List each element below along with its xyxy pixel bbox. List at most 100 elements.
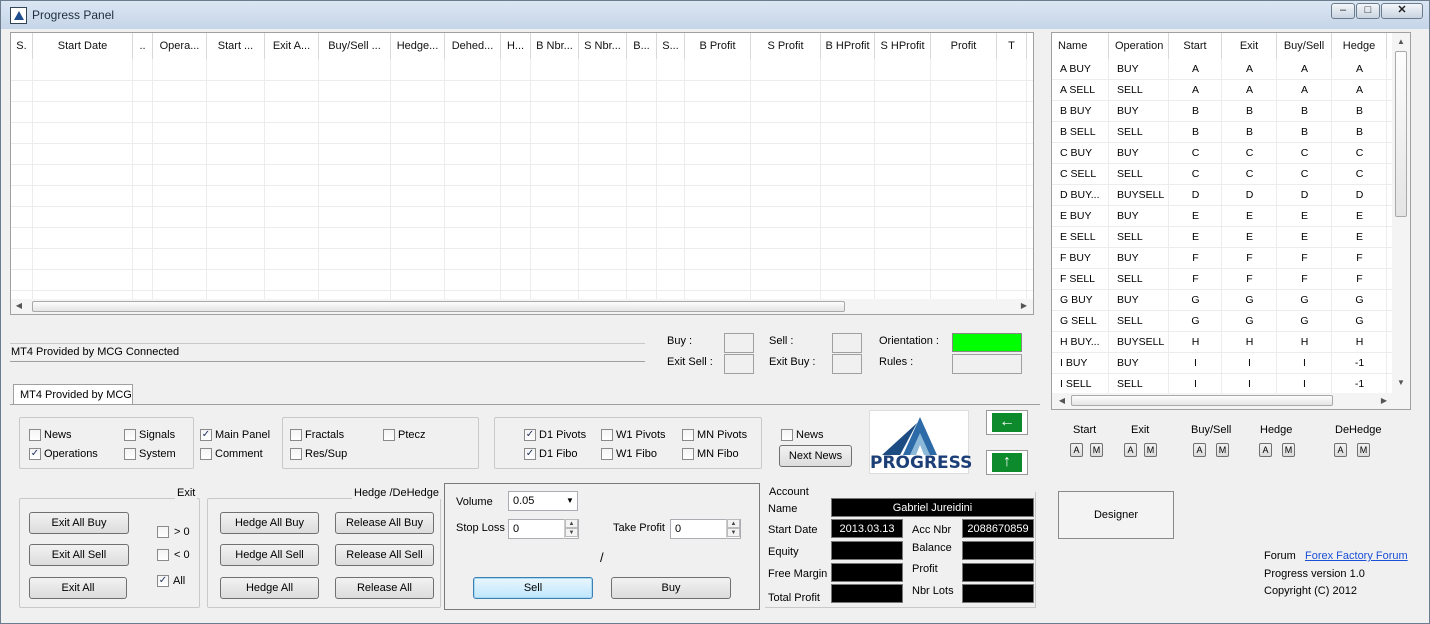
news-checkbox[interactable] [29, 429, 41, 441]
comment-checkbox[interactable] [200, 448, 212, 460]
sell-button[interactable]: Sell [473, 577, 593, 599]
hedge-all-sell-button[interactable]: Hedge All Sell [220, 544, 319, 566]
rule-mode-a-button[interactable]: A [1193, 443, 1206, 457]
exit-all-sell-button[interactable]: Exit All Sell [29, 544, 129, 566]
forum-link[interactable]: Forex Factory Forum [1305, 550, 1408, 562]
table-row[interactable]: B BUY BUY B B B B [1052, 101, 1392, 122]
table-row[interactable]: B SELL SELL B B B B [1052, 122, 1392, 143]
positions-column-header[interactable]: S Nbr... [579, 33, 627, 59]
positions-column-header[interactable]: B HProfit [821, 33, 875, 59]
positions-column-header[interactable]: Dehed... [445, 33, 501, 59]
table-row[interactable]: A BUY BUY A A A A [1052, 59, 1392, 80]
positions-column-header[interactable]: Profit [931, 33, 997, 59]
positions-column-header[interactable]: Opera... [153, 33, 207, 59]
table-row[interactable]: G BUY BUY G G G G [1052, 290, 1392, 311]
rule-mode-m-button[interactable]: M [1144, 443, 1157, 457]
w1-pivots-checkbox[interactable] [601, 429, 613, 441]
positions-column-header[interactable]: S HProfit [875, 33, 931, 59]
take-profit-spinner[interactable]: ▲ ▼ [726, 519, 740, 539]
main-panel-checkbox[interactable]: ✓ [200, 429, 212, 441]
table-row[interactable]: I BUY BUY I I I -1 [1052, 353, 1392, 374]
positions-column-header[interactable]: H... [501, 33, 531, 59]
mn-pivots-checkbox[interactable] [682, 429, 694, 441]
rules-hscroll-thumb[interactable] [1071, 395, 1333, 406]
system-checkbox[interactable] [124, 448, 136, 460]
next-news-button[interactable]: Next News [779, 445, 852, 467]
maximize-icon[interactable]: □ [1356, 3, 1380, 19]
scroll-right-icon[interactable]: ▶ [1018, 301, 1030, 310]
rules-column-header[interactable]: Name [1052, 33, 1109, 59]
table-row[interactable]: A SELL SELL A A A A [1052, 80, 1392, 101]
exit-all-buy-button[interactable]: Exit All Buy [29, 512, 129, 534]
scroll-left-icon[interactable]: ◀ [13, 301, 25, 310]
table-row[interactable]: D BUY... BUYSELL D D D D [1052, 185, 1392, 206]
table-row[interactable]: F SELL SELL F F F F [1052, 269, 1392, 290]
table-row[interactable]: E SELL SELL E E E E [1052, 227, 1392, 248]
operations-checkbox[interactable]: ✓ [29, 448, 41, 460]
rules-column-header[interactable]: Operation [1109, 33, 1169, 59]
table-row[interactable]: C BUY BUY C C C C [1052, 143, 1392, 164]
w1-fibo-checkbox[interactable] [601, 448, 613, 460]
positions-column-header[interactable]: Buy/Sell ... [319, 33, 391, 59]
positions-column-header[interactable]: S. [11, 33, 33, 59]
res-sup-checkbox[interactable] [290, 448, 302, 460]
positions-column-header[interactable]: B Profit [685, 33, 751, 59]
designer-button[interactable]: Designer [1058, 491, 1174, 539]
table-row[interactable]: F BUY BUY F F F F [1052, 248, 1392, 269]
up-arrow-button[interactable]: ↑ [986, 450, 1028, 475]
rules-horizontal-scrollbar[interactable]: ◀ ▶ [1052, 393, 1410, 409]
rule-mode-m-button[interactable]: M [1357, 443, 1370, 457]
scroll-right-icon[interactable]: ▶ [1378, 396, 1390, 405]
stop-loss-input[interactable]: 0 ▲ ▼ [508, 519, 579, 539]
close-icon[interactable]: ✕ [1381, 3, 1423, 19]
table-row[interactable]: I SELL SELL I I I -1 [1052, 374, 1392, 395]
scroll-up-icon[interactable]: ▲ [1395, 37, 1407, 46]
positions-column-header[interactable]: Hedge... [391, 33, 445, 59]
take-profit-input[interactable]: 0 ▲ ▼ [670, 519, 741, 539]
rules-vscroll-thumb[interactable] [1395, 51, 1407, 217]
table-row[interactable]: C SELL SELL C C C C [1052, 164, 1392, 185]
exit-lt0-checkbox[interactable] [157, 549, 169, 561]
positions-column-header[interactable]: Exit A... [265, 33, 319, 59]
table-row[interactable]: G SELL SELL G G G G [1052, 311, 1392, 332]
rule-mode-a-button[interactable]: A [1259, 443, 1272, 457]
signals-checkbox[interactable] [124, 429, 136, 441]
table-row[interactable]: H BUY... BUYSELL H H H H [1052, 332, 1392, 353]
left-arrow-button[interactable]: ← [986, 410, 1028, 435]
buy-button[interactable]: Buy [611, 577, 731, 599]
rules-column-header[interactable]: Buy/Sell [1277, 33, 1332, 59]
rule-mode-m-button[interactable]: M [1216, 443, 1229, 457]
positions-column-header[interactable]: Start Date [33, 33, 133, 59]
release-all-button[interactable]: Release All [335, 577, 434, 599]
release-all-sell-button[interactable]: Release All Sell [335, 544, 434, 566]
rule-mode-a-button[interactable]: A [1124, 443, 1137, 457]
positions-column-header[interactable]: .. [133, 33, 153, 59]
positions-column-header[interactable]: T [997, 33, 1027, 59]
volume-select[interactable]: 0.05 ▼ [508, 491, 578, 511]
rules-column-header[interactable]: Hedge [1332, 33, 1387, 59]
positions-column-header[interactable]: B... [627, 33, 657, 59]
d1-pivots-checkbox[interactable]: ✓ [524, 429, 536, 441]
rules-column-header[interactable]: Start [1169, 33, 1222, 59]
rules-grid[interactable]: Name Operation Start Exit Buy/Sell Hedge A BU… [1051, 32, 1411, 410]
positions-column-header[interactable]: B Nbr... [531, 33, 579, 59]
scroll-left-icon[interactable]: ◀ [1056, 396, 1068, 405]
mn-fibo-checkbox[interactable] [682, 448, 694, 460]
minimize-icon[interactable]: – [1331, 3, 1355, 19]
news-panel-checkbox[interactable] [781, 429, 793, 441]
rule-mode-m-button[interactable]: M [1090, 443, 1103, 457]
positions-column-header[interactable]: S Profit [751, 33, 821, 59]
rule-mode-m-button[interactable]: M [1282, 443, 1295, 457]
scroll-down-icon[interactable]: ▼ [1395, 378, 1407, 387]
positions-column-header[interactable]: Start ... [207, 33, 265, 59]
exit-gt0-checkbox[interactable] [157, 526, 169, 538]
positions-horizontal-scrollbar[interactable]: ◀ ▶ [11, 299, 1033, 314]
fractals-checkbox[interactable] [290, 429, 302, 441]
positions-scroll-thumb[interactable] [32, 301, 845, 312]
rule-mode-a-button[interactable]: A [1070, 443, 1083, 457]
table-row[interactable]: E BUY BUY E E E E [1052, 206, 1392, 227]
exit-all-checkbox[interactable]: ✓ [157, 575, 169, 587]
rule-mode-a-button[interactable]: A [1334, 443, 1347, 457]
rules-column-header[interactable]: Exit [1222, 33, 1277, 59]
hedge-all-buy-button[interactable]: Hedge All Buy [220, 512, 319, 534]
